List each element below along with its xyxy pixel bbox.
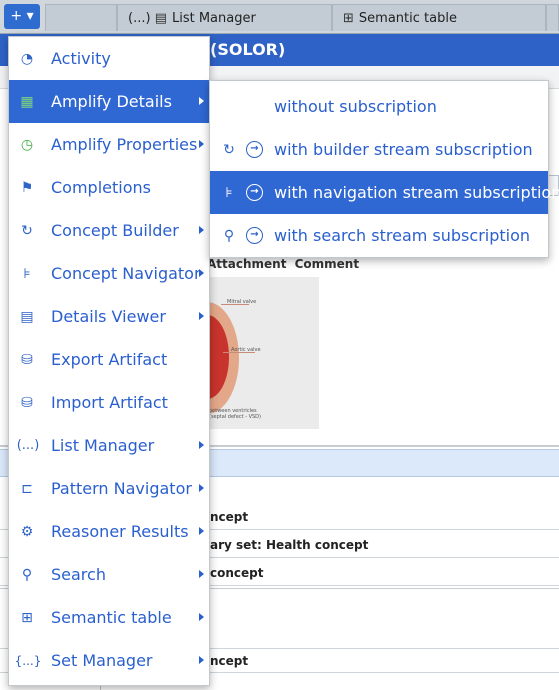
activity-icon: ◔ xyxy=(20,51,34,67)
submenu-arrow-icon xyxy=(199,97,204,105)
menu-item-label: Activity xyxy=(51,49,111,68)
menu-item-label: Export Artifact xyxy=(51,350,168,369)
add-view-menu: ◔ Activity ▦ Amplify Details ◷ Amplify P… xyxy=(8,36,210,686)
tab-list-manager[interactable]: (...) ▤ List Manager xyxy=(117,4,332,31)
amplify-details-icon: ▦ xyxy=(20,94,34,110)
menu-item-label: Amplify Details xyxy=(51,92,172,111)
menu-item-label: Details Viewer xyxy=(51,307,166,326)
concept-navigator-icon: ⊧ xyxy=(23,266,31,282)
annotation-label: Aortic valve xyxy=(231,347,261,353)
menu-item-label: Concept Navigator xyxy=(51,264,201,283)
menu-item-label: List Manager xyxy=(51,436,155,455)
concept-builder-icon: ↻ xyxy=(21,223,33,239)
submenu-item-without-subscription[interactable]: without subscription xyxy=(210,85,548,128)
table-icon: ⊞ xyxy=(343,11,354,26)
annotation-label: Mitral valve xyxy=(227,299,257,305)
row-text: concept xyxy=(210,566,264,580)
link-arrow-icon: → xyxy=(246,184,263,201)
column-headers: Attachment Comment xyxy=(207,257,360,271)
menu-item-label: Set Manager xyxy=(51,651,153,670)
submenu-arrow-icon xyxy=(199,656,204,664)
set-manager-icon: {...} xyxy=(14,654,42,668)
menu-item-concept-builder[interactable]: ↻ Concept Builder xyxy=(9,209,209,252)
menu-item-amplify-properties[interactable]: ◷ Amplify Properties xyxy=(9,123,209,166)
menu-item-activity[interactable]: ◔ Activity xyxy=(9,37,209,80)
menu-item-search[interactable]: ⚲ Search xyxy=(9,553,209,596)
link-arrow-icon: → xyxy=(246,141,263,158)
amplify-details-submenu: without subscription ↻ → with builder st… xyxy=(209,80,559,258)
submenu-item-label: without subscription xyxy=(274,97,437,116)
concept-navigator-icon: ⊧ xyxy=(225,185,233,201)
menu-item-details-viewer[interactable]: ▤ Details Viewer xyxy=(9,295,209,338)
export-artifact-icon: ⛁ xyxy=(21,352,33,368)
semantic-table-icon: ⊞ xyxy=(21,610,33,626)
amplify-properties-icon: ◷ xyxy=(20,137,34,153)
list-manager-icon: (...) xyxy=(16,438,40,453)
menu-item-import-artifact[interactable]: ⛁ Import Artifact xyxy=(9,381,209,424)
window-title: (SOLOR) xyxy=(210,40,286,59)
submenu-item-label: with builder stream subscription xyxy=(274,140,533,159)
menu-item-export-artifact[interactable]: ⛁ Export Artifact xyxy=(9,338,209,381)
heart-diagram-image: Mitral valve Aortic valve between ventri… xyxy=(175,277,319,429)
menu-item-label: Concept Builder xyxy=(51,221,179,240)
submenu-arrow-icon xyxy=(199,441,204,449)
import-artifact-icon: ⛁ xyxy=(21,395,33,411)
details-viewer-icon: ▤ xyxy=(20,309,34,325)
tab-empty[interactable] xyxy=(45,4,117,31)
tab-label: List Manager xyxy=(171,11,256,26)
menu-item-completions[interactable]: ⚑ Completions xyxy=(9,166,209,209)
link-arrow-icon: → xyxy=(246,227,263,244)
menu-item-label: Search xyxy=(51,565,106,584)
row-text: ncept xyxy=(210,510,249,524)
pattern-navigator-icon: ⊏ xyxy=(21,481,33,497)
submenu-arrow-icon xyxy=(199,484,204,492)
menu-item-label: Reasoner Results xyxy=(51,522,189,541)
tab-overflow[interactable] xyxy=(546,4,559,31)
submenu-item-builder-stream[interactable]: ↻ → with builder stream subscription xyxy=(210,128,548,171)
submenu-arrow-icon xyxy=(199,527,204,535)
submenu-item-navigation-stream[interactable]: ⊧ → with navigation stream subscription xyxy=(210,171,559,214)
menu-item-reasoner-results[interactable]: ⚙ Reasoner Results xyxy=(9,510,209,553)
submenu-arrow-icon xyxy=(199,312,204,320)
submenu-arrow-icon xyxy=(199,269,204,277)
submenu-arrow-icon xyxy=(199,570,204,578)
menu-item-label: Import Artifact xyxy=(51,393,168,412)
menu-item-amplify-details[interactable]: ▦ Amplify Details xyxy=(9,80,209,123)
list-manager-icon: ▤ xyxy=(154,11,167,26)
menu-item-concept-navigator[interactable]: ⊧ Concept Navigator xyxy=(9,252,209,295)
submenu-arrow-icon xyxy=(199,613,204,621)
tab-semantic-table[interactable]: ⊞ Semantic table xyxy=(332,4,546,31)
search-icon: ⚲ xyxy=(21,567,33,583)
menu-item-label: Completions xyxy=(51,178,151,197)
reasoner-results-icon: ⚙ xyxy=(20,524,34,540)
menu-item-label: Amplify Properties xyxy=(51,135,198,154)
submenu-arrow-icon xyxy=(199,226,204,234)
list-prefix-label: (...) xyxy=(128,11,151,26)
menu-item-label: Semantic table xyxy=(51,608,172,627)
submenu-arrow-icon xyxy=(199,140,204,148)
row-text: ncept xyxy=(210,654,249,668)
menu-item-semantic-table[interactable]: ⊞ Semantic table xyxy=(9,596,209,639)
menu-item-pattern-navigator[interactable]: ⊏ Pattern Navigator xyxy=(9,467,209,510)
submenu-item-label: with search stream subscription xyxy=(274,226,531,245)
concept-builder-icon: ↻ xyxy=(223,142,235,158)
completions-flag-icon: ⚑ xyxy=(20,180,34,196)
submenu-item-search-stream[interactable]: ⚲ → with search stream subscription xyxy=(210,214,548,257)
menu-item-label: Pattern Navigator xyxy=(51,479,192,498)
search-icon: ⚲ xyxy=(223,228,235,244)
tab-label: Semantic table xyxy=(358,11,457,26)
submenu-item-label: with navigation stream subscription xyxy=(274,183,559,202)
tab-bar: + ▾ (...) ▤ List Manager ⊞ Semantic table xyxy=(0,0,559,34)
row-text: ary set: Health concept xyxy=(210,538,369,552)
menu-item-list-manager[interactable]: (...) List Manager xyxy=(9,424,209,467)
menu-item-set-manager[interactable]: {...} Set Manager xyxy=(9,639,209,682)
annotation-label: (septal defect - VSD) xyxy=(209,414,261,420)
add-tab-button[interactable]: + ▾ xyxy=(4,4,40,29)
